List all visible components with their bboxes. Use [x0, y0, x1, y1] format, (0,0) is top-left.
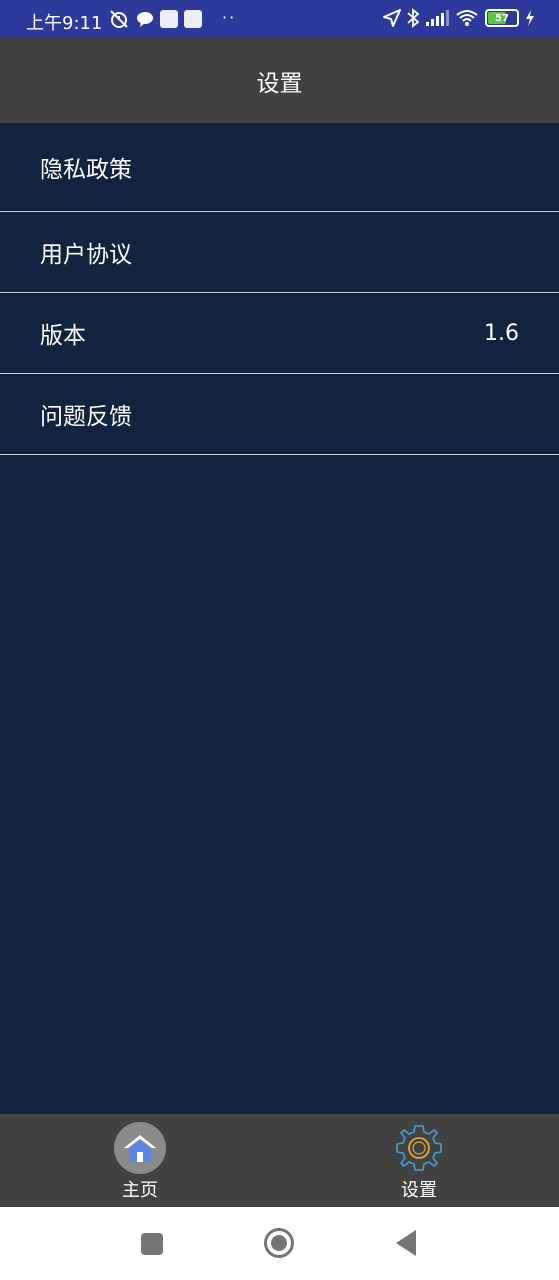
home-icon	[114, 1122, 166, 1174]
gear-icon	[393, 1122, 445, 1174]
battery-icon: 57	[485, 9, 519, 27]
menu-item-user-agreement[interactable]: 用户协议	[0, 212, 559, 293]
location-icon	[383, 9, 401, 27]
menu-item-label: 用户协议	[40, 242, 132, 268]
home-circle-icon[interactable]	[263, 1227, 295, 1263]
tab-home[interactable]: 主页	[80, 1114, 200, 1207]
menu-item-label: 隐私政策	[40, 157, 132, 183]
version-number: 1.6	[484, 320, 519, 346]
settings-menu: 隐私政策 用户协议 版本 1.6 问题反馈	[0, 123, 559, 455]
system-nav-bar	[0, 1207, 559, 1280]
page-title: 设置	[256, 70, 303, 97]
app-notification-icon	[160, 10, 178, 28]
menu-item-label: 版本	[40, 323, 86, 349]
bluetooth-icon	[407, 8, 419, 28]
chat-bubble-icon	[137, 12, 153, 27]
app-header: 设置	[0, 38, 559, 123]
menu-item-version[interactable]: 版本 1.6	[0, 293, 559, 374]
tab-home-label: 主页	[122, 1180, 158, 1201]
signal-icon	[426, 10, 449, 26]
more-notifications-icon: ··	[222, 8, 237, 27]
back-icon[interactable]	[394, 1229, 418, 1261]
tab-settings[interactable]: 设置	[359, 1114, 479, 1207]
status-bar: 上午9:11 ·· 57	[0, 0, 559, 38]
menu-item-privacy-policy[interactable]: 隐私政策	[0, 123, 559, 212]
wifi-icon	[456, 10, 478, 26]
app-notification-icon	[184, 10, 202, 28]
tab-settings-label: 设置	[401, 1180, 437, 1201]
battery-level: 57	[495, 12, 509, 24]
status-time: 上午9:11	[26, 13, 103, 34]
menu-item-feedback[interactable]: 问题反馈	[0, 374, 559, 455]
bottom-nav: 主页 设置	[0, 1114, 559, 1207]
recents-icon[interactable]	[140, 1232, 164, 1260]
menu-item-label: 问题反馈	[40, 404, 132, 430]
notification-icons	[108, 8, 202, 30]
system-status-icons: 57	[383, 8, 535, 28]
alarm-off-icon	[110, 10, 128, 28]
charging-icon	[526, 10, 534, 26]
